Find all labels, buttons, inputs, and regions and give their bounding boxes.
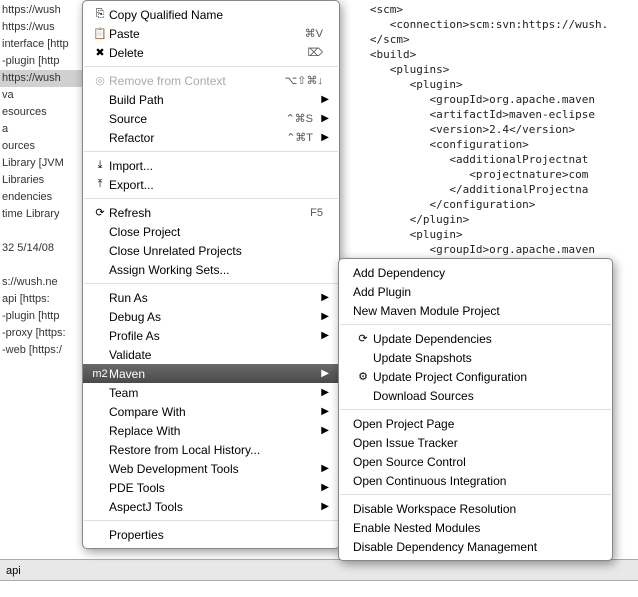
menu-maven[interactable]: m2 Maven ▶ [83, 364, 339, 383]
menu-run-as[interactable]: Run As ▶ [83, 288, 339, 307]
tree-item[interactable]: interface [http [0, 36, 86, 53]
menu-replace-with[interactable]: Replace With ▶ [83, 421, 339, 440]
maven-submenu: Add Dependency Add Plugin New Maven Modu… [338, 258, 613, 561]
tree-item[interactable]: time Library [0, 206, 86, 223]
xml-editor[interactable]: <scm> <connection>scm:svn:https://wush. … [350, 0, 638, 259]
menu-validate[interactable]: Validate [83, 345, 339, 364]
context-menu: ⎘ Copy Qualified Name 📋 Paste ⌘V ✖ Delet… [82, 0, 340, 549]
tree-item[interactable]: -plugin [http [0, 308, 86, 325]
tree-item[interactable]: api [https: [0, 291, 86, 308]
menu-remove-context: ◎ Remove from Context ⌥⇧⌘↓ [83, 71, 339, 90]
project-tree[interactable]: https://wushhttps://wusinterface [http-p… [0, 0, 86, 597]
menu-profile-as[interactable]: Profile As ▶ [83, 326, 339, 345]
submenu-open-source-control[interactable]: Open Source Control [339, 452, 612, 471]
submenu-enable-nested[interactable]: Enable Nested Modules [339, 518, 612, 537]
menu-refactor[interactable]: Refactor ⌃⌘T ▶ [83, 128, 339, 147]
chevron-right-icon: ▶ [319, 113, 329, 124]
tree-item[interactable]: Library [JVM [0, 155, 86, 172]
copy-icon: ⎘ [91, 8, 109, 21]
tree-item[interactable]: Libraries [0, 172, 86, 189]
menu-copy-qualified[interactable]: ⎘ Copy Qualified Name [83, 5, 339, 24]
bottom-tab[interactable]: api [0, 559, 638, 581]
separator [84, 283, 338, 284]
tree-item[interactable]: https://wush [0, 2, 86, 19]
tree-item[interactable]: ources [0, 138, 86, 155]
submenu-update-snapshots[interactable]: Update Snapshots [339, 348, 612, 367]
chevron-right-icon: ▶ [319, 463, 329, 474]
chevron-right-icon: ▶ [319, 501, 329, 512]
menu-assign-working-sets[interactable]: Assign Working Sets... [83, 260, 339, 279]
menu-build-path[interactable]: Build Path ▶ [83, 90, 339, 109]
tree-item[interactable]: https://wush [0, 70, 86, 87]
refresh-icon: ⟳ [91, 206, 109, 219]
tree-item[interactable]: 32 5/14/08 [0, 240, 86, 257]
tree-item[interactable] [0, 257, 86, 274]
menu-delete[interactable]: ✖ Delete ⌦ [83, 43, 339, 62]
separator [340, 494, 611, 495]
menu-pde-tools[interactable]: PDE Tools ▶ [83, 478, 339, 497]
separator [84, 198, 338, 199]
submenu-update-deps[interactable]: ⟳ Update Dependencies [339, 329, 612, 348]
separator [340, 409, 611, 410]
tree-item[interactable]: https://wus [0, 19, 86, 36]
menu-source[interactable]: Source ⌃⌘S ▶ [83, 109, 339, 128]
separator [84, 66, 338, 67]
menu-compare-with[interactable]: Compare With ▶ [83, 402, 339, 421]
separator [84, 151, 338, 152]
tree-item[interactable]: -web [https:/ [0, 342, 86, 359]
delete-icon: ✖ [91, 46, 109, 59]
paste-icon: 📋 [91, 27, 109, 40]
gear-icon: ⚙ [353, 370, 373, 383]
chevron-right-icon: ▶ [319, 368, 329, 379]
menu-close-unrelated[interactable]: Close Unrelated Projects [83, 241, 339, 260]
submenu-disable-workspace[interactable]: Disable Workspace Resolution [339, 499, 612, 518]
chevron-right-icon: ▶ [319, 406, 329, 417]
import-icon: ⤓ [91, 159, 109, 172]
tree-item[interactable]: -plugin [http [0, 53, 86, 70]
export-icon: ⤒ [91, 178, 109, 191]
tree-item[interactable]: s://wush.ne [0, 274, 86, 291]
chevron-right-icon: ▶ [319, 330, 329, 341]
separator [340, 324, 611, 325]
submenu-update-config[interactable]: ⚙ Update Project Configuration [339, 367, 612, 386]
menu-paste[interactable]: 📋 Paste ⌘V [83, 24, 339, 43]
submenu-open-project-page[interactable]: Open Project Page [339, 414, 612, 433]
submenu-open-ci[interactable]: Open Continuous Integration [339, 471, 612, 490]
chevron-right-icon: ▶ [319, 292, 329, 303]
submenu-new-module[interactable]: New Maven Module Project [339, 301, 612, 320]
menu-properties[interactable]: Properties [83, 525, 339, 544]
menu-restore-history[interactable]: Restore from Local History... [83, 440, 339, 459]
tree-item[interactable]: va [0, 87, 86, 104]
menu-team[interactable]: Team ▶ [83, 383, 339, 402]
chevron-right-icon: ▶ [319, 482, 329, 493]
menu-export[interactable]: ⤒ Export... [83, 175, 339, 194]
chevron-right-icon: ▶ [319, 311, 329, 322]
menu-refresh[interactable]: ⟳ Refresh F5 [83, 203, 339, 222]
tree-item[interactable]: a [0, 121, 86, 138]
separator [84, 520, 338, 521]
menu-import[interactable]: ⤓ Import... [83, 156, 339, 175]
submenu-open-issue[interactable]: Open Issue Tracker [339, 433, 612, 452]
menu-aspectj-tools[interactable]: AspectJ Tools ▶ [83, 497, 339, 516]
submenu-add-plugin[interactable]: Add Plugin [339, 282, 612, 301]
tree-item[interactable]: endencies [0, 189, 86, 206]
maven-icon: m2 [91, 368, 109, 380]
tree-item[interactable] [0, 223, 86, 240]
menu-web-dev-tools[interactable]: Web Development Tools ▶ [83, 459, 339, 478]
chevron-right-icon: ▶ [319, 94, 329, 105]
tree-item[interactable]: -proxy [https: [0, 325, 86, 342]
context-icon: ◎ [91, 74, 109, 87]
chevron-right-icon: ▶ [319, 425, 329, 436]
submenu-add-dependency[interactable]: Add Dependency [339, 263, 612, 282]
refresh-icon: ⟳ [353, 332, 373, 345]
submenu-disable-dep-mgmt[interactable]: Disable Dependency Management [339, 537, 612, 556]
submenu-download-sources[interactable]: Download Sources [339, 386, 612, 405]
menu-close-project[interactable]: Close Project [83, 222, 339, 241]
menu-debug-as[interactable]: Debug As ▶ [83, 307, 339, 326]
chevron-right-icon: ▶ [319, 387, 329, 398]
chevron-right-icon: ▶ [319, 132, 329, 143]
tree-item[interactable]: esources [0, 104, 86, 121]
